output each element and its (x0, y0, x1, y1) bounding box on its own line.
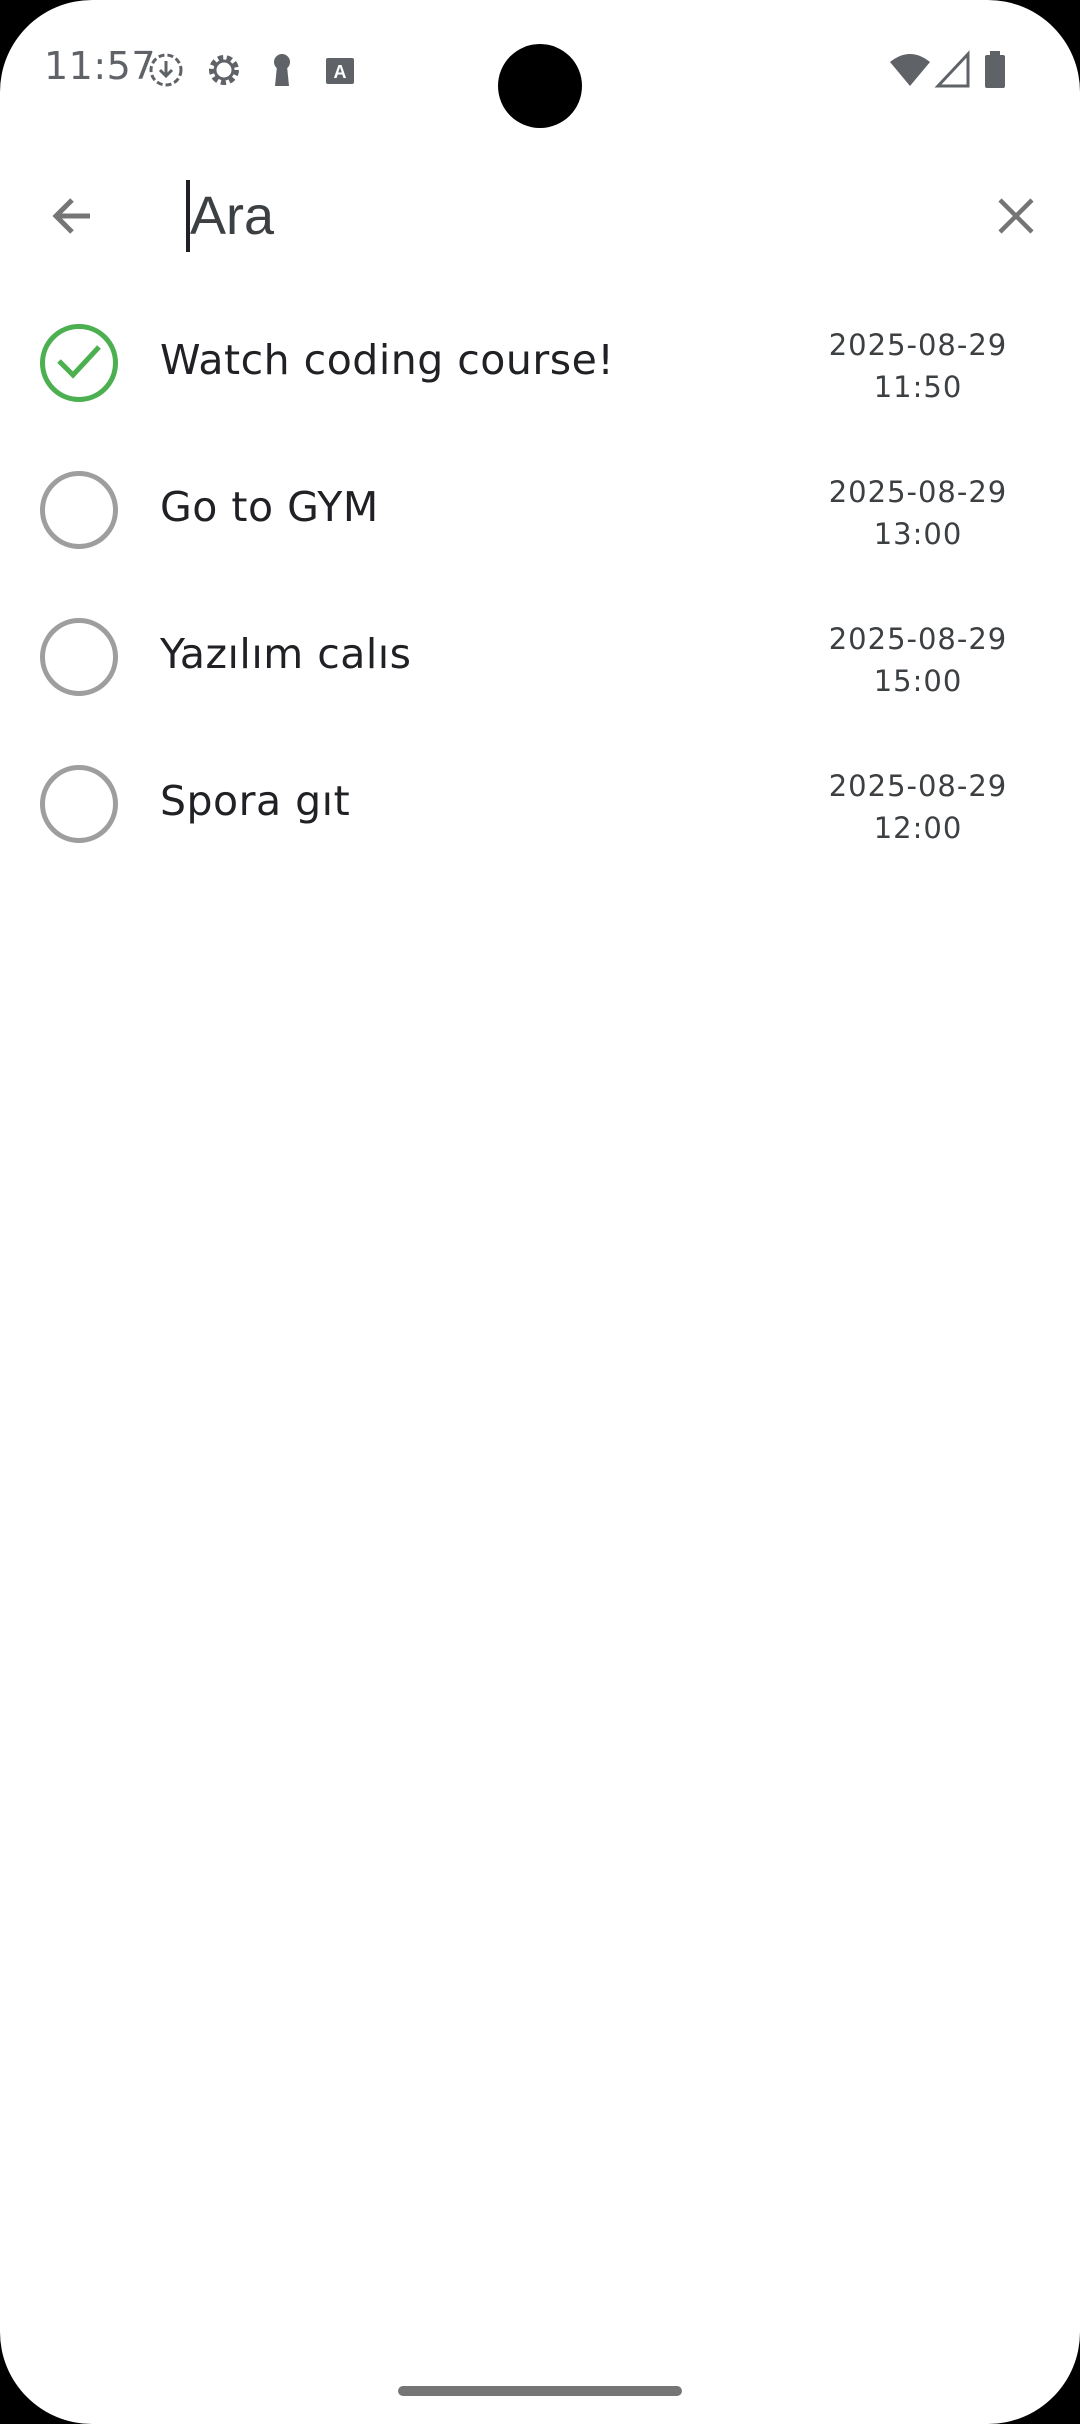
battery-icon (980, 50, 1020, 90)
search-bar (0, 160, 1080, 270)
task-row[interactable]: Watch coding course! 2025-08-29 11:50 (0, 300, 1080, 447)
search-input[interactable] (190, 178, 950, 254)
task-time: 15:00 (873, 664, 963, 698)
task-title: Spora gıt (160, 777, 351, 825)
svg-text:A: A (334, 62, 347, 82)
task-checkbox-checked[interactable] (40, 324, 118, 402)
task-date: 2025-08-29 (828, 475, 1008, 509)
task-date: 2025-08-29 (828, 622, 1008, 656)
status-time: 11:57 (44, 44, 157, 88)
task-row[interactable]: Go to GYM 2025-08-29 13:00 (0, 447, 1080, 594)
task-checkbox[interactable] (40, 765, 118, 843)
task-time: 12:00 (873, 811, 963, 845)
signal-icon (934, 50, 974, 90)
close-icon (998, 198, 1034, 234)
check-icon (57, 345, 101, 379)
keyhole-icon (262, 50, 302, 90)
app-screen: 11:57 A Ara Watch coding course! 2025-08… (0, 0, 1080, 2424)
wifi-icon (888, 50, 932, 90)
task-datetime: 2025-08-29 13:00 (818, 471, 1018, 555)
keyboard-a-icon: A (320, 50, 360, 90)
task-date: 2025-08-29 (828, 769, 1008, 803)
task-title: Yazılım calıs (160, 630, 412, 678)
task-checkbox[interactable] (40, 618, 118, 696)
task-datetime: 2025-08-29 12:00 (818, 765, 1018, 849)
camera-cutout (498, 44, 582, 128)
download-circle-icon (146, 50, 186, 90)
task-date: 2025-08-29 (828, 328, 1008, 362)
task-title: Go to GYM (160, 483, 379, 531)
task-time: 11:50 (873, 370, 963, 404)
task-datetime: 2025-08-29 15:00 (818, 618, 1018, 702)
status-bar: 11:57 A (0, 0, 1080, 140)
search-field[interactable] (186, 178, 966, 254)
clear-search-button[interactable] (980, 180, 1052, 252)
back-button[interactable] (36, 180, 108, 252)
settings-gear-icon (204, 50, 244, 90)
home-indicator[interactable] (398, 2386, 682, 2396)
task-datetime: 2025-08-29 11:50 (818, 324, 1018, 408)
arrow-left-icon (52, 198, 90, 234)
task-time: 13:00 (873, 517, 963, 551)
task-row[interactable]: Yazılım calıs 2025-08-29 15:00 (0, 594, 1080, 741)
task-list: Watch coding course! 2025-08-29 11:50 Go… (0, 300, 1080, 888)
task-row[interactable]: Spora gıt 2025-08-29 12:00 (0, 741, 1080, 888)
task-checkbox[interactable] (40, 471, 118, 549)
task-title: Watch coding course! (160, 336, 615, 384)
